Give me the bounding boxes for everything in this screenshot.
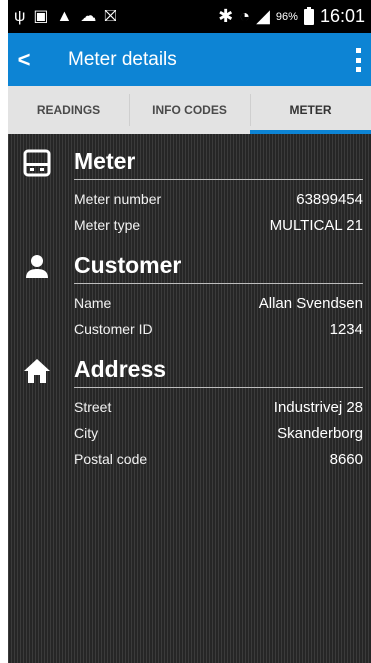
address-section: Address Street Industrivej 28 City Skand…: [8, 342, 363, 472]
meter-icon: [23, 149, 51, 177]
app-screen: ψ ▣ ▲ ☁ ⛝ ✱ ◔ ◢ 96% 16:01 < Meter detail…: [8, 0, 371, 663]
home-icon: [24, 359, 50, 383]
meter-details-content: Meter Meter number 63899454 Meter type M…: [8, 134, 371, 663]
meter-section-title: Meter: [74, 148, 136, 174]
city-value: Skanderborg: [277, 424, 363, 442]
address-section-title: Address: [74, 356, 167, 382]
battery-icon: [303, 6, 314, 25]
meter-type-value: MULTICAL 21: [269, 216, 363, 234]
city-row: City Skanderborg: [74, 420, 363, 446]
meter-section-header: Meter: [74, 134, 363, 180]
customer-name-label: Name: [74, 295, 112, 311]
meter-number-value: 63899454: [296, 190, 363, 208]
customer-id-value: 1234: [329, 320, 363, 338]
address-section-header: Address: [74, 342, 363, 388]
back-button[interactable]: <: [8, 33, 40, 86]
bag-icon: ⛝: [104, 7, 117, 25]
postal-code-label: Postal code: [74, 451, 148, 467]
image-icon: ▣: [33, 7, 49, 25]
city-label: City: [74, 425, 99, 441]
customer-section-title: Customer: [74, 252, 182, 278]
tab-readings[interactable]: READINGS: [8, 86, 129, 134]
notification-icons: ψ ▣ ▲ ☁ ⛝: [14, 7, 117, 25]
customer-id-row: Customer ID 1234: [74, 316, 363, 342]
meter-number-label: Meter number: [74, 191, 162, 207]
clock: 16:01: [319, 6, 365, 26]
postal-code-value: 8660: [329, 450, 363, 468]
wifi-icon: ◔: [239, 6, 251, 26]
overflow-menu-button[interactable]: [353, 48, 363, 72]
customer-section: Customer Name Allan Svendsen Customer ID…: [8, 238, 363, 342]
tab-meter[interactable]: METER: [250, 86, 371, 134]
tab-info-codes[interactable]: INFO CODES: [129, 86, 250, 134]
page-title: Meter details: [68, 48, 177, 70]
customer-section-header: Customer: [74, 238, 363, 284]
meter-type-row: Meter type MULTICAL 21: [74, 212, 363, 238]
chevron-left-icon: <: [17, 46, 31, 72]
meter-section: Meter Meter number 63899454 Meter type M…: [8, 134, 363, 238]
street-value: Industrivej 28: [273, 398, 363, 416]
person-icon: [26, 255, 48, 278]
meter-number-row: Meter number 63899454: [74, 186, 363, 212]
status-bar: ψ ▣ ▲ ☁ ⛝ ✱ ◔ ◢ 96% 16:01: [8, 0, 371, 33]
app-bar: < Meter details: [8, 33, 371, 86]
customer-id-label: Customer ID: [74, 321, 153, 337]
cloud-upload-icon: ☁: [80, 7, 97, 25]
postal-code-row: Postal code 8660: [74, 446, 363, 472]
tab-bar: READINGS INFO CODES METER: [8, 86, 371, 134]
street-row: Street Industrivej 28: [74, 394, 363, 420]
more-vertical-icon: [355, 48, 361, 53]
signal-alert-icon: ψ: [14, 7, 26, 25]
customer-name-row: Name Allan Svendsen: [74, 290, 363, 316]
bluetooth-icon: ✱: [218, 6, 234, 26]
customer-name-value: Allan Svendsen: [258, 294, 363, 312]
battery-percent: 96%: [275, 10, 298, 23]
meter-type-label: Meter type: [74, 217, 141, 233]
warning-icon: ▲: [56, 7, 73, 25]
cell-signal-icon: ◢: [256, 6, 270, 26]
street-label: Street: [74, 399, 112, 415]
